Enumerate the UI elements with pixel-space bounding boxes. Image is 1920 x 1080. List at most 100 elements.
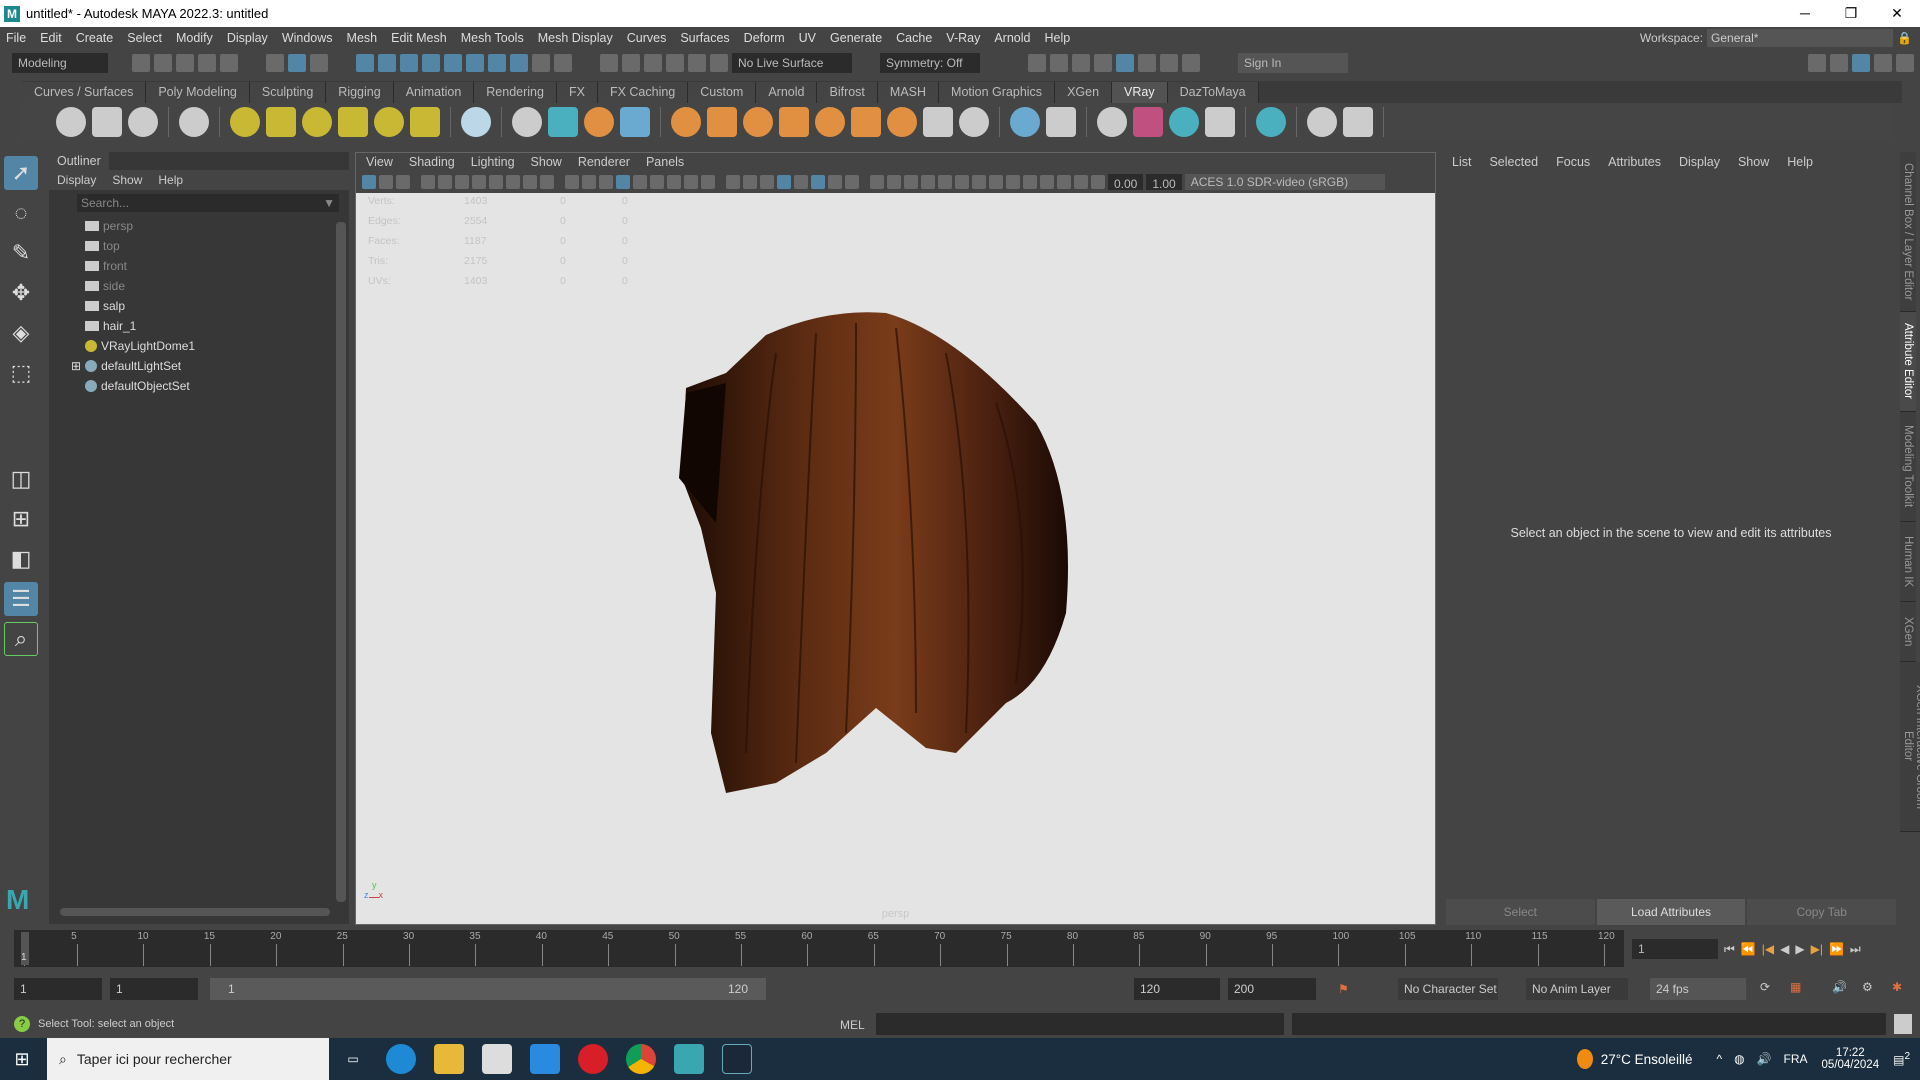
viewport-tool-icon[interactable] (1091, 174, 1105, 189)
script-language-toggle[interactable]: MEL (840, 1018, 865, 1032)
shelf-tool-icon[interactable] (302, 106, 332, 137)
time-slider[interactable]: 5 10 15 20 25 30 35 40 45 50 55 60 65 70 75 80 85 90 95 100… (14, 930, 1624, 967)
input-language[interactable]: FRA (1784, 1052, 1808, 1066)
new-scene-icon[interactable] (132, 54, 150, 72)
open-scene-icon[interactable] (154, 54, 172, 72)
lock-selection-icon[interactable] (532, 54, 550, 72)
shelf-tab-fx[interactable]: FX (556, 82, 598, 103)
attribute-menu-attributes[interactable]: Attributes (1608, 155, 1661, 169)
outliner-item[interactable]: top (49, 236, 349, 256)
shelf-tool-icon[interactable] (620, 106, 650, 137)
character-icon[interactable]: ✱ (1892, 980, 1902, 994)
shelf-tool-icon[interactable] (338, 106, 368, 137)
viewport-tool-icon[interactable] (743, 174, 757, 189)
menu-display[interactable]: Display (227, 31, 268, 45)
menu-windows[interactable]: Windows (282, 31, 333, 45)
symmetry-dropdown[interactable]: Symmetry: Off (880, 53, 980, 73)
shelf-tool-icon[interactable] (959, 106, 989, 137)
search-dropdown-icon[interactable]: ▼ (323, 194, 335, 212)
viewport-tool-icon[interactable] (955, 174, 969, 189)
copy-tab-button[interactable]: Copy Tab (1747, 899, 1897, 925)
fps-dropdown[interactable]: 24 fps (1650, 978, 1746, 1000)
step-forward-frame-icon[interactable]: ▶| (1811, 942, 1823, 956)
snap-help-icon[interactable] (510, 54, 528, 72)
shelf-tool-icon[interactable] (461, 106, 491, 137)
shelf-tool-icon[interactable] (410, 106, 440, 137)
viewport-tool-icon[interactable] (582, 174, 596, 189)
gamma-field[interactable]: 1.00 (1146, 173, 1182, 191)
construction-icon[interactable] (666, 54, 684, 72)
outputs-icon[interactable] (644, 54, 662, 72)
shelf-tool-icon[interactable] (851, 106, 881, 137)
viewport-menu-shading[interactable]: Shading (409, 155, 455, 169)
viewport-menu-lighting[interactable]: Lighting (471, 155, 515, 169)
viewport-menu-view[interactable]: View (366, 155, 393, 169)
expand-icon[interactable]: ⊞ (71, 356, 81, 376)
shelf-tool-icon[interactable] (266, 106, 296, 137)
outliner-vertical-scrollbar[interactable] (336, 222, 346, 902)
menu-create[interactable]: Create (76, 31, 114, 45)
viewport-menu-renderer[interactable]: Renderer (578, 155, 630, 169)
modeling-toolkit-icon[interactable] (1808, 54, 1826, 72)
viewport-tool-icon[interactable] (684, 174, 698, 189)
menu-mesh-tools[interactable]: Mesh Tools (461, 31, 524, 45)
two-view-layout-icon[interactable]: ◧ (4, 542, 38, 576)
snap-surface-icon[interactable] (444, 54, 462, 72)
shelf-tool-icon[interactable] (374, 106, 404, 137)
undo-icon[interactable] (198, 54, 216, 72)
shelf-tab-animation[interactable]: Animation (393, 82, 475, 103)
maximize-button[interactable]: ❐ (1828, 0, 1874, 27)
render-current-icon[interactable] (1050, 54, 1068, 72)
viewport-tool-icon[interactable] (540, 174, 554, 189)
attribute-menu-focus[interactable]: Focus (1556, 155, 1590, 169)
shelf-tool-icon[interactable] (584, 106, 614, 137)
tray-chevron-icon[interactable]: ^ (1716, 1052, 1722, 1066)
viewport-canvas[interactable]: Verts: 1403 0 0 Edges: 2554 0 0 Faces: 1187 0 0 Tris… (356, 193, 1435, 924)
menu-edit-mesh[interactable]: Edit Mesh (391, 31, 447, 45)
side-tab-channel-box-layer-editor[interactable]: Channel Box / Layer Editor (1900, 152, 1916, 312)
workspace-selector[interactable]: Workspace: General* 🔒 (1640, 27, 1912, 49)
viewport-tool-icon[interactable] (633, 174, 647, 189)
attribute-menu-list[interactable]: List (1452, 155, 1471, 169)
shelf-tab-daztomaya[interactable]: DazToMaya (1167, 82, 1259, 103)
menu-generate[interactable]: Generate (830, 31, 882, 45)
viewport-tool-icon[interactable] (565, 174, 579, 189)
exposure-field[interactable]: 0.00 (1108, 173, 1144, 191)
paint-select-tool-icon[interactable]: ✎ (4, 236, 38, 270)
attribute-menu-help[interactable]: Help (1787, 155, 1813, 169)
auto-key-icon[interactable]: ⚑ (1338, 982, 1349, 996)
viewport-tool-icon[interactable] (904, 174, 918, 189)
render-settings-icon[interactable] (1094, 54, 1112, 72)
go-to-end-icon[interactable]: ⏭ (1850, 942, 1861, 957)
shelf-tool-icon[interactable] (230, 106, 260, 137)
script-editor-icon[interactable] (1894, 1014, 1912, 1034)
viewport-tool-icon[interactable] (811, 174, 825, 189)
current-frame-field[interactable]: 1 (1632, 939, 1718, 959)
viewport-tool-icon[interactable] (794, 174, 808, 189)
side-tab-human-ik[interactable]: Human IK (1900, 522, 1916, 602)
hypershade-icon[interactable] (1116, 54, 1134, 72)
range-slider[interactable]: 1 120 (210, 978, 766, 1000)
load-attributes-button[interactable]: Load Attributes (1596, 899, 1746, 925)
current-time-indicator[interactable]: 1 (21, 932, 29, 965)
render-view-icon[interactable] (1028, 54, 1046, 72)
shelf-tab-xgen[interactable]: XGen (1055, 82, 1113, 103)
side-tab-modeling-toolkit[interactable]: Modeling Toolkit (1900, 412, 1916, 522)
snap-view-icon[interactable] (422, 54, 440, 72)
viewport-tool-icon[interactable] (379, 174, 393, 189)
shelf-tab-curves-surfaces[interactable]: Curves / Surfaces (22, 82, 147, 103)
task-view-icon[interactable]: ▭ (338, 1044, 368, 1074)
shelf-tab-rigging[interactable]: Rigging (326, 82, 394, 103)
viewport-tool-icon[interactable] (1057, 174, 1071, 189)
link-icon[interactable] (688, 54, 706, 72)
viewport-tool-icon[interactable] (396, 174, 410, 189)
mode-dropdown[interactable]: Modeling (12, 53, 108, 73)
viewport-tool-icon[interactable] (989, 174, 1003, 189)
snap-curve-icon[interactable] (378, 54, 396, 72)
shelf-tool-icon[interactable] (923, 106, 953, 137)
shelf-tab-custom[interactable]: Custom (688, 82, 757, 103)
hair-mesh[interactable] (356, 193, 1435, 924)
snap-point-icon[interactable] (400, 54, 418, 72)
menu-edit[interactable]: Edit (40, 31, 62, 45)
anim-prefs-icon[interactable]: ⚙ (1862, 980, 1873, 994)
